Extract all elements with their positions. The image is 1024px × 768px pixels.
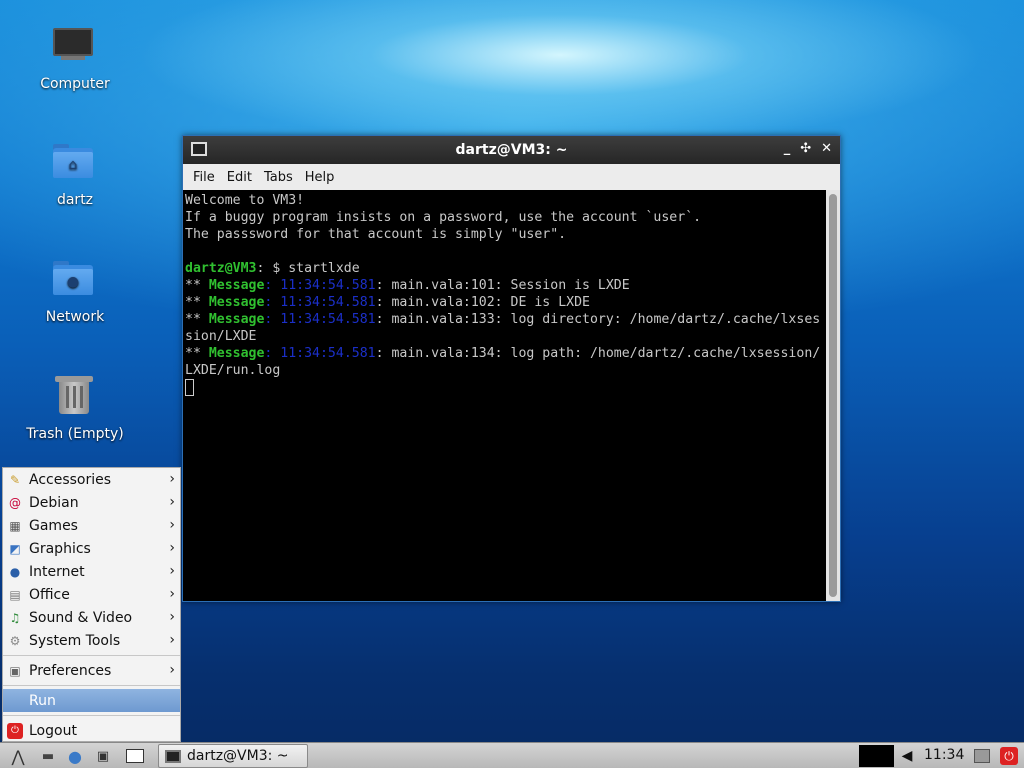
- chevron-right-icon: ›: [169, 609, 175, 625]
- start-menu-button[interactable]: ⋀: [4, 745, 32, 767]
- terminal-line: sion/LXDE: [185, 329, 257, 344]
- chevron-right-icon: ›: [169, 632, 175, 648]
- logout-icon: ⏻: [7, 722, 23, 739]
- menu-item-office[interactable]: ▤ Office ›: [3, 583, 180, 606]
- taskbar: ⋀ ▬ ● ▣ dartz@VM3: ~ ◀ 11:34 ⏻: [0, 742, 1024, 768]
- terminal-line: [185, 379, 824, 396]
- power-icon: ⏻: [1000, 747, 1018, 765]
- scrollbar-thumb[interactable]: [829, 194, 837, 597]
- lxde-logo-icon: ⋀: [11, 746, 25, 766]
- graphics-icon: ◩: [9, 541, 21, 556]
- desktop-icon-home[interactable]: ⌂ dartz: [15, 138, 135, 208]
- volume-control[interactable]: ◀: [898, 745, 916, 767]
- terminal-line: LXDE/run.log: [185, 363, 281, 378]
- desktop-icon-label: Trash (Empty): [26, 426, 124, 442]
- menu-separator: [3, 685, 180, 686]
- accessories-icon: ✎: [9, 472, 21, 487]
- desktop-pager[interactable]: [124, 745, 146, 767]
- desktop-icon-label: dartz: [56, 192, 94, 208]
- network-folder-icon: ●: [51, 255, 99, 303]
- internet-icon: ●: [9, 564, 21, 579]
- sound-video-icon: ♫: [9, 610, 21, 625]
- maximize-button[interactable]: ✣: [800, 141, 811, 156]
- menu-item-sound-video[interactable]: ♫ Sound & Video ›: [3, 606, 180, 629]
- terminal-line: ** Message: 11:34:54.581: main.vala:133:…: [185, 312, 821, 327]
- chevron-right-icon: ›: [169, 586, 175, 602]
- chevron-right-icon: ›: [169, 471, 175, 487]
- chevron-right-icon: ›: [169, 494, 175, 510]
- menu-edit[interactable]: Edit: [221, 170, 258, 185]
- window-title: dartz@VM3: ~: [455, 142, 568, 158]
- terminal-titlebar[interactable]: dartz@VM3: ~ _ ✣ ✕: [183, 136, 840, 164]
- terminal-window[interactable]: dartz@VM3: ~ _ ✣ ✕ File Edit Tabs Help W…: [182, 135, 841, 602]
- desktop-icon-trash[interactable]: Trash (Empty): [15, 372, 135, 442]
- volume-icon: ◀: [901, 748, 913, 764]
- chevron-right-icon: ›: [169, 517, 175, 533]
- menu-item-games[interactable]: ▦ Games ›: [3, 514, 180, 537]
- terminal-line: If a buggy program insists on a password…: [185, 210, 702, 225]
- desktop-icon-label: Computer: [40, 76, 110, 92]
- menu-item-logout[interactable]: ⏻ Logout: [3, 719, 180, 742]
- menu-file[interactable]: File: [187, 170, 221, 185]
- logout-button[interactable]: ⏻: [998, 745, 1020, 767]
- menu-tabs[interactable]: Tabs: [258, 170, 299, 185]
- windows-icon: ▣: [96, 748, 110, 764]
- file-manager-icon: ▬: [41, 748, 55, 764]
- terminal-line: ** Message: 11:34:54.581: main.vala:102:…: [185, 295, 590, 310]
- debian-icon: @: [9, 495, 21, 510]
- text-cursor: [185, 379, 194, 396]
- chevron-right-icon: ›: [169, 540, 175, 556]
- lock-screen-button[interactable]: [972, 745, 992, 767]
- terminal-line: The passsword for that account is simply…: [185, 227, 567, 242]
- menu-item-preferences[interactable]: ▣ Preferences ›: [3, 659, 180, 682]
- taskbar-task-terminal[interactable]: dartz@VM3: ~: [158, 744, 308, 768]
- terminal-output[interactable]: Welcome to VM3! If a buggy program insist…: [183, 190, 826, 601]
- terminal-icon: [191, 142, 207, 156]
- menu-separator: [3, 655, 180, 656]
- chevron-right-icon: ›: [169, 563, 175, 579]
- terminal-scrollbar[interactable]: [826, 190, 840, 601]
- minimize-button[interactable]: _: [784, 141, 791, 156]
- home-folder-icon: ⌂: [51, 138, 99, 186]
- monitor-lock-icon: [974, 749, 990, 763]
- desktop-pager-icon: [126, 749, 144, 763]
- trash-icon: [51, 372, 99, 420]
- prompt-user: dartz@VM3: [185, 261, 257, 276]
- games-icon: ▦: [9, 518, 21, 533]
- menu-item-accessories[interactable]: ✎ Accessories ›: [3, 468, 180, 491]
- menu-item-internet[interactable]: ● Internet ›: [3, 560, 180, 583]
- run-icon: [7, 693, 23, 709]
- tray-placeholder: [859, 745, 894, 767]
- menu-item-debian[interactable]: @ Debian ›: [3, 491, 180, 514]
- browser-icon: ●: [68, 746, 82, 766]
- terminal-icon: [165, 749, 181, 763]
- menu-help[interactable]: Help: [299, 170, 341, 185]
- chevron-right-icon: ›: [169, 662, 175, 678]
- desktop-icon-label: Network: [45, 309, 105, 325]
- clock[interactable]: 11:34: [924, 747, 964, 763]
- terminal-line: Welcome to VM3!: [185, 193, 305, 208]
- minimize-all-windows-button[interactable]: ▣: [92, 745, 114, 767]
- computer-icon: [51, 22, 99, 70]
- system-tools-icon: ⚙: [9, 633, 21, 648]
- desktop-icon-computer[interactable]: Computer: [15, 22, 135, 92]
- prompt-command: : $ startlxde: [256, 261, 360, 276]
- menu-item-system-tools[interactable]: ⚙ System Tools ›: [3, 629, 180, 652]
- menu-item-run[interactable]: Run: [3, 689, 180, 712]
- preferences-icon: ▣: [9, 663, 21, 678]
- terminal-line: ** Message: 11:34:54.581: main.vala:101:…: [185, 278, 630, 293]
- desktop-icon-network[interactable]: ● Network: [15, 255, 135, 325]
- menu-item-graphics[interactable]: ◩ Graphics ›: [3, 537, 180, 560]
- start-menu: ✎ Accessories › @ Debian › ▦ Games › ◩ G…: [2, 467, 181, 742]
- office-icon: ▤: [9, 587, 21, 602]
- terminal-menubar: File Edit Tabs Help: [183, 164, 840, 190]
- close-button[interactable]: ✕: [821, 141, 832, 156]
- browser-launcher[interactable]: ●: [64, 745, 86, 767]
- terminal-line: ** Message: 11:34:54.581: main.vala:134:…: [185, 346, 821, 361]
- file-manager-launcher[interactable]: ▬: [38, 745, 58, 767]
- menu-separator: [3, 715, 180, 716]
- terminal-line: dartz@VM3: $ startlxde: [185, 260, 824, 277]
